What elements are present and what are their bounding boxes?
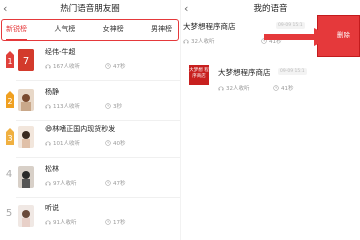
duration: 47秒	[113, 64, 126, 70]
duration-group: 41秒	[273, 84, 294, 92]
list-item[interactable]: 4 松林 97人收听 47秒	[0, 160, 180, 198]
listen-count: 113人收听	[53, 104, 80, 110]
row-meta: 101人收听 40秒	[45, 139, 126, 147]
clock-icon	[105, 140, 111, 146]
my-voice-panel: ‹ 我的语音 大梦想程序商店 09-09 15:1 32人收听 41秒 删除 大…	[181, 0, 360, 240]
headphone-icon	[45, 180, 51, 187]
hot-voice-panel: ‹ 热门语音朋友圈 新锐榜 人气榜 女神榜 男神榜 1 7 经伟-牛超 167人…	[0, 0, 180, 240]
list-item[interactable]: 大梦想 程序商店 大梦想程序商店 09-09 15:1 32人收听 41秒	[181, 60, 360, 100]
rank-badge-icon: 1	[4, 50, 14, 73]
duration-group: 17秒	[105, 218, 126, 226]
headphone-icon	[45, 140, 51, 147]
clock-icon	[105, 103, 111, 109]
user-name: 经伟-牛超	[45, 48, 76, 56]
avatar	[18, 166, 34, 188]
swipe-arrow-icon	[264, 28, 332, 46]
user-name: 听说	[45, 204, 59, 212]
user-name: 杨静	[45, 88, 59, 96]
listen-count: 32人收听	[191, 39, 215, 45]
listen-count: 91人收听	[53, 220, 77, 226]
duration: 41秒	[281, 86, 294, 92]
headphone-icon	[45, 103, 51, 110]
rank-badge-icon: 2	[4, 90, 14, 113]
avatar	[18, 89, 34, 111]
listen-count: 32人收听	[226, 86, 250, 92]
row-meta: 91人收听 17秒	[45, 218, 126, 226]
ranking-tabs: 新锐榜 人气榜 女神榜 男神榜	[1, 18, 179, 40]
divider	[16, 80, 180, 81]
rank-number: 5	[5, 208, 13, 219]
clock-icon	[273, 85, 279, 91]
duration-group: 47秒	[105, 62, 126, 70]
row-meta: 32人收听	[183, 37, 215, 45]
avatar: 7	[18, 49, 34, 71]
headphone-icon	[218, 86, 224, 91]
clock-icon	[105, 63, 111, 69]
store-logo: 大梦想 程序商店	[189, 65, 209, 85]
duration: 40秒	[113, 141, 126, 147]
tab-popular[interactable]: 人气榜	[54, 24, 75, 34]
voice-title: 大梦想程序商店	[218, 68, 271, 77]
list-item[interactable]: 2 杨静 113人收听 3秒	[0, 83, 180, 121]
listen-count: 101人收听	[53, 141, 80, 147]
svg-text:2: 2	[7, 97, 12, 106]
rank-number: 4	[5, 169, 13, 180]
list-item[interactable]: 5 听说 91人收听 17秒	[0, 199, 180, 237]
listen-count: 167人收听	[53, 64, 80, 70]
tab-god[interactable]: 男神榜	[151, 24, 172, 34]
top-bar: ‹ 热门语音朋友圈	[0, 0, 180, 18]
clock-icon	[105, 180, 111, 186]
back-icon[interactable]: ‹	[3, 0, 7, 18]
duration-group: 40秒	[105, 139, 126, 147]
page-title: 热门语音朋友圈	[60, 4, 120, 14]
clock-icon	[105, 219, 111, 225]
rank-badge-icon: 3	[4, 127, 14, 150]
list-item[interactable]: 3 😄林嗜正国内现货秒发 101人收听 40秒	[0, 120, 180, 158]
user-name: 😄林嗜正国内现货秒发	[45, 125, 116, 133]
duration-group: 47秒	[105, 179, 126, 187]
tab-new[interactable]: 新锐榜	[6, 24, 27, 40]
duration: 47秒	[113, 181, 126, 187]
duration-group: 3秒	[105, 102, 122, 110]
listen-count: 97人收听	[53, 181, 77, 187]
avatar	[18, 205, 34, 227]
time-tag: 09-09 15:1	[278, 68, 307, 75]
svg-text:1: 1	[7, 57, 12, 66]
headphone-icon	[183, 39, 189, 44]
row-meta: 32人收听	[218, 84, 250, 92]
row-meta: 167人收听 47秒	[45, 62, 126, 70]
tab-goddess[interactable]: 女神榜	[103, 24, 124, 34]
svg-text:3: 3	[7, 134, 12, 143]
headphone-icon	[45, 63, 51, 70]
divider	[16, 197, 180, 198]
duration: 3秒	[113, 104, 122, 110]
back-icon[interactable]: ‹	[184, 0, 188, 18]
row-meta: 113人收听 3秒	[45, 102, 122, 110]
user-name: 松林	[45, 165, 59, 173]
divider	[16, 157, 180, 158]
svg-text:7: 7	[23, 56, 29, 67]
list-item[interactable]: 1 7 经伟-牛超 167人收听 47秒	[0, 43, 180, 81]
avatar	[18, 126, 34, 148]
voice-title: 大梦想程序商店	[183, 22, 236, 31]
row-meta: 97人收听 47秒	[45, 179, 126, 187]
headphone-icon	[45, 219, 51, 226]
duration: 17秒	[113, 220, 126, 226]
page-title: 我的语音	[253, 4, 288, 14]
